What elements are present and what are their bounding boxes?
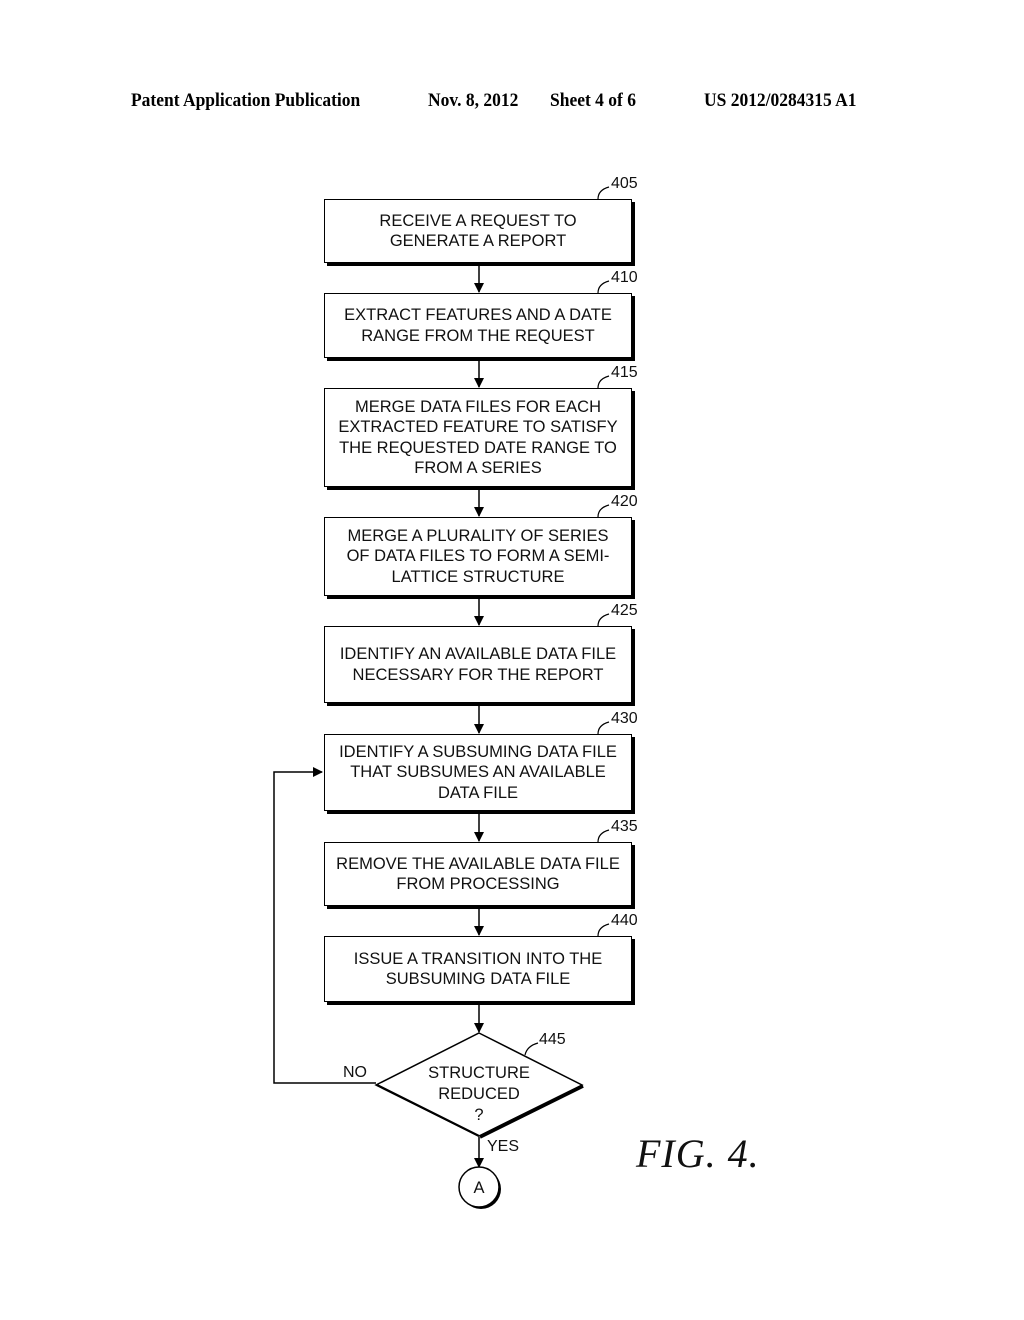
leader-430 bbox=[597, 721, 610, 735]
ref-430: 430 bbox=[611, 710, 638, 727]
step-410-box: EXTRACT FEATURES AND A DATE RANGE FROM T… bbox=[324, 293, 632, 358]
step-415-text: MERGE DATA FILES FOR EACH EXTRACTED FEAT… bbox=[338, 397, 618, 478]
step-405-text: RECEIVE A REQUEST TO GENERATE A REPORT bbox=[379, 211, 577, 251]
ref-405: 405 bbox=[611, 175, 638, 192]
leader-410 bbox=[597, 280, 610, 294]
step-420-box: MERGE A PLURALITY OF SERIES OF DATA FILE… bbox=[324, 517, 632, 596]
decision-line-1: STRUCTURE bbox=[428, 1064, 530, 1082]
ref-410: 410 bbox=[611, 269, 638, 286]
figure-label: FIG. 4. bbox=[636, 1131, 760, 1176]
step-410-text: EXTRACT FEATURES AND A DATE RANGE FROM T… bbox=[344, 306, 612, 345]
ref-425: 425 bbox=[611, 602, 638, 619]
step-405-box: RECEIVE A REQUEST TO GENERATE A REPORT bbox=[324, 199, 632, 263]
leader-405 bbox=[597, 186, 610, 200]
step-435-text: REMOVE THE AVAILABLE DATA FILE FROM PROC… bbox=[336, 854, 620, 894]
leader-440 bbox=[597, 923, 610, 937]
ref-420: 420 bbox=[611, 493, 638, 510]
step-415-box: MERGE DATA FILES FOR EACH EXTRACTED FEAT… bbox=[324, 388, 632, 487]
step-435-box: REMOVE THE AVAILABLE DATA FILE FROM PROC… bbox=[324, 842, 632, 906]
step-440-box: ISSUE A TRANSITION INTO THE SUBSUMING DA… bbox=[324, 936, 632, 1002]
leader-415 bbox=[597, 375, 610, 389]
step-430-text: IDENTIFY A SUBSUMING DATA FILE THAT SUBS… bbox=[339, 742, 617, 802]
leader-425 bbox=[597, 613, 610, 627]
step-420-text: MERGE A PLURALITY OF SERIES OF DATA FILE… bbox=[346, 526, 610, 586]
ref-445: 445 bbox=[539, 1031, 566, 1048]
step-425-text: IDENTIFY AN AVAILABLE DATA FILE NECESSAR… bbox=[339, 645, 617, 684]
leader-435 bbox=[597, 829, 610, 843]
yes-label: YES bbox=[487, 1138, 520, 1155]
leader-420 bbox=[597, 504, 610, 518]
ref-435: 435 bbox=[611, 818, 638, 835]
step-425-box: IDENTIFY AN AVAILABLE DATA FILE NECESSAR… bbox=[324, 626, 632, 703]
decision-line-3: ? bbox=[474, 1106, 483, 1124]
connector-label: A bbox=[473, 1179, 484, 1197]
no-loop-line bbox=[273, 767, 376, 1084]
step-430-box: IDENTIFY A SUBSUMING DATA FILE THAT SUBS… bbox=[324, 734, 632, 811]
ref-440: 440 bbox=[611, 912, 638, 929]
decision-line-2: REDUCED bbox=[438, 1085, 520, 1103]
no-label: NO bbox=[343, 1064, 367, 1081]
step-440-text: ISSUE A TRANSITION INTO THE SUBSUMING DA… bbox=[353, 949, 603, 989]
leader-445 bbox=[524, 1042, 539, 1056]
ref-415: 415 bbox=[611, 364, 638, 381]
